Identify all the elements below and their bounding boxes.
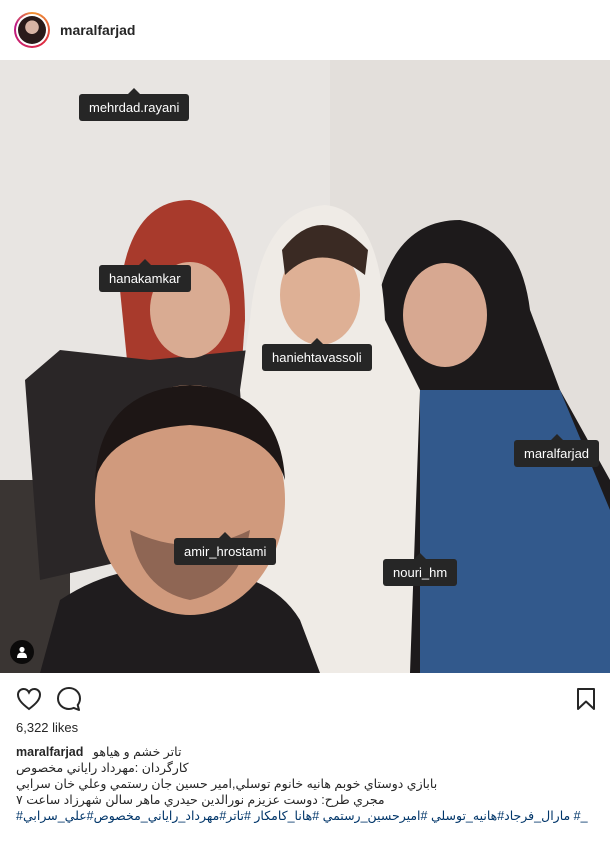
likes-count[interactable]: 6,322 likes (16, 720, 78, 735)
photo-tag-hanakamkar[interactable]: hanakamkar (99, 259, 191, 292)
photo-tag-haniehtavassoli[interactable]: haniehtavassoli (262, 338, 372, 371)
comment-button[interactable] (56, 686, 82, 712)
caption-first-line: maralfarjad تاتر خشم و هياهو (16, 744, 594, 760)
action-bar (0, 680, 610, 716)
caption-hashtags[interactable]: _# مارال_فرجاد#هانيه_توسلي #اميرحسين_رست… (16, 808, 594, 824)
photo-tag-amir-hrostami[interactable]: amir_hrostami (174, 532, 277, 565)
post-header: maralfarjad (0, 0, 610, 60)
post-photo[interactable]: mehrdad.rayani hanakamkar haniehtavassol… (0, 60, 610, 673)
caption-username[interactable]: maralfarjad (16, 745, 83, 759)
save-button[interactable] (573, 686, 599, 712)
bookmark-icon (577, 688, 595, 710)
caption-line-1: تاتر خشم و هياهو (92, 745, 182, 759)
avatar[interactable] (14, 12, 50, 48)
tagged-users-button[interactable] (10, 640, 34, 664)
avatar-image (18, 16, 46, 44)
photo-tag-maralfarjad[interactable]: maralfarjad (514, 434, 600, 467)
speech-bubble-icon (57, 687, 81, 711)
heart-outline-icon (16, 687, 42, 711)
photo-tag-nouri-hm[interactable]: nouri_hm (383, 553, 458, 586)
person-icon (17, 646, 27, 658)
like-button[interactable] (16, 686, 42, 712)
caption-line-2: كارگردان :مهرداد راياني مخصوص (16, 761, 189, 775)
post-caption: maralfarjad تاتر خشم و هياهو كارگردان :م… (16, 744, 594, 824)
username-link[interactable]: maralfarjad (60, 22, 135, 38)
caption-line-3: بابازي دوستاي خوبم هانيه خانوم توسلي,امي… (16, 777, 438, 791)
caption-line-4: مجري طرح: دوست عزيزم نورالدين حيدري ماهر… (16, 793, 385, 807)
photo-tag-mehrdad-rayani[interactable]: mehrdad.rayani (79, 88, 190, 121)
